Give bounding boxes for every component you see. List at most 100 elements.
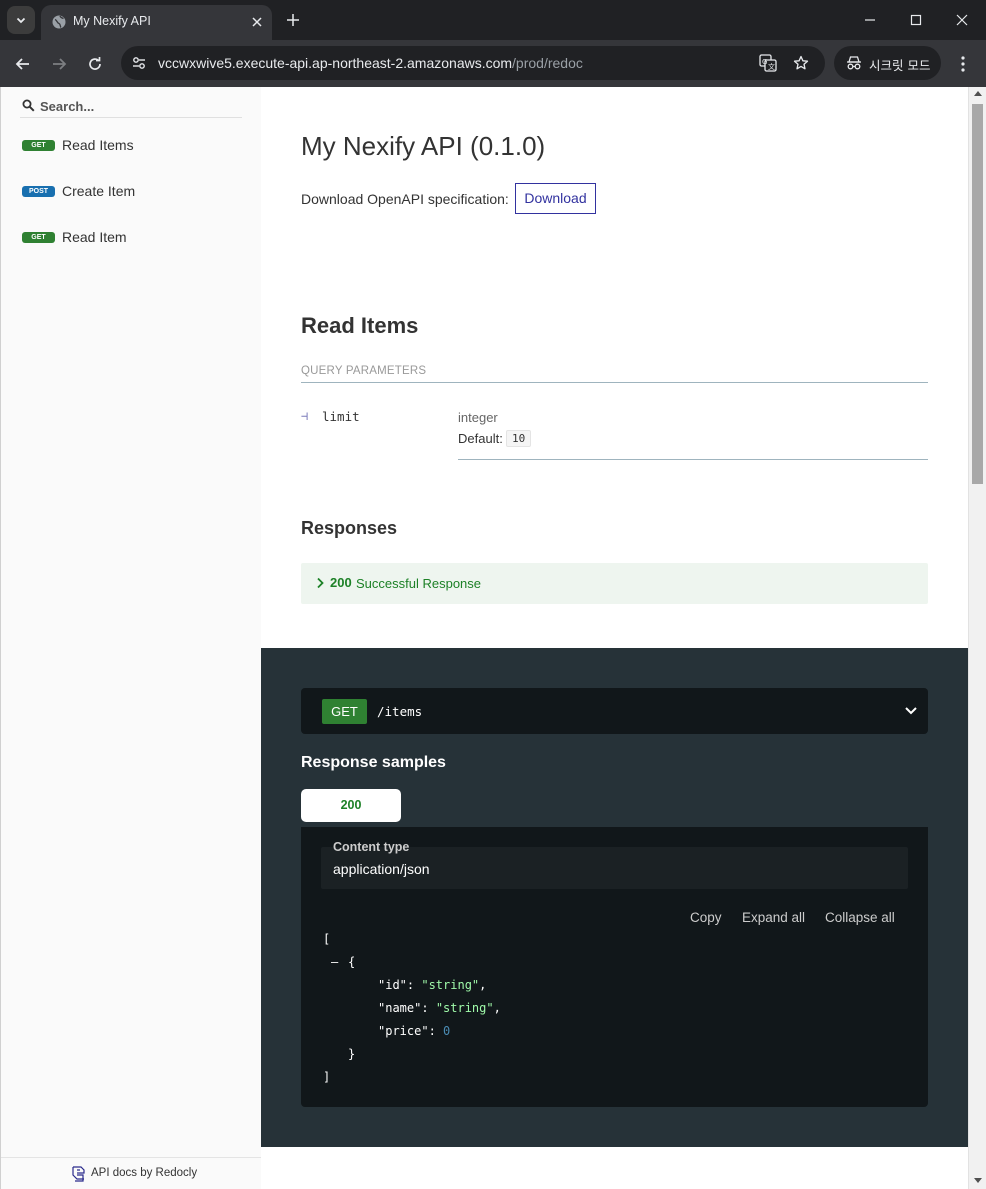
star-icon [793, 55, 809, 70]
sidebar-item-read-item[interactable]: GET Read Item [21, 228, 251, 252]
json-key: "price" [378, 1024, 429, 1038]
plus-icon [287, 14, 299, 26]
content-type-label: Content type [333, 840, 410, 854]
download-button[interactable]: Download [515, 183, 596, 214]
api-title: My Nexify API (0.1.0) [301, 131, 546, 161]
json-close-bracket: ] [323, 1070, 331, 1084]
sidebar-item-label: Create Item [62, 183, 136, 199]
close-icon [252, 17, 262, 27]
translate-icon: G文 [759, 54, 777, 72]
close-icon [956, 14, 968, 26]
param-default-label: Default: [458, 431, 503, 446]
arrow-right-icon [53, 58, 67, 70]
response-code: 200 [330, 575, 352, 590]
tune-icon [133, 57, 145, 69]
chevron-down-icon [905, 707, 917, 715]
url-text: vccwxwive5.execute-api.ap-northeast-2.am… [158, 55, 583, 71]
param-default-value: 10 [506, 430, 532, 447]
incognito-label: 시크릿 모드 [869, 58, 931, 73]
tab-close-button[interactable] [248, 13, 266, 31]
json-comma: , [479, 978, 487, 992]
url-host: vccwxwive5.execute-api.ap-northeast-2.am… [158, 55, 513, 71]
forward-button[interactable] [47, 52, 71, 76]
samples-panel: GET /items Response samples 200 Content … [261, 648, 968, 1147]
url-path: /prod/redoc [512, 55, 583, 71]
back-button[interactable] [11, 52, 35, 76]
http-method-badge: POST [22, 186, 55, 197]
search-input[interactable] [40, 96, 235, 116]
http-method-badge: GET [22, 140, 55, 151]
query-parameters-header: QUERY PARAMETERS [301, 365, 928, 383]
maximize-icon [910, 14, 922, 26]
redocly-footer-text: API docs by Redocly [91, 1167, 198, 1179]
redoc-sidebar: GET Read Items POST Create Item GET Read… [0, 87, 261, 1189]
reload-icon [89, 57, 101, 70]
json-value: 0 [443, 1024, 451, 1038]
param-name: limit [322, 409, 360, 424]
translate-button[interactable]: G文 [758, 53, 778, 73]
content-type-value: application/json [333, 861, 430, 877]
download-spec-text: Download OpenAPI specification: [301, 191, 509, 207]
expand-all-button[interactable]: Expand all [742, 910, 805, 925]
collapse-all-button[interactable]: Collapse all [825, 910, 895, 925]
sidebar-item-create-item[interactable]: POST Create Item [21, 182, 251, 206]
globe-icon [52, 15, 66, 29]
response-sample-box: Content type application/json Copy Expan… [301, 827, 928, 1107]
window-close-button[interactable] [950, 8, 974, 32]
page-scrollbar[interactable] [968, 87, 986, 1189]
param-type: integer [458, 410, 498, 425]
response-description: Successful Response [356, 576, 482, 591]
json-comma: , [493, 1001, 501, 1015]
chevron-down-icon [16, 17, 26, 24]
scrollbar-thumb[interactable] [972, 104, 983, 484]
response-samples-title: Response samples [301, 754, 446, 771]
response-200-toggle[interactable]: 200 Successful Response [301, 563, 928, 604]
redocly-footer-link[interactable]: API docs by Redocly [1, 1157, 261, 1189]
api-content: My Nexify API (0.1.0) Download OpenAPI s… [261, 87, 968, 1189]
http-method-badge: GET [22, 232, 55, 243]
operation-title: Read Items [301, 313, 419, 338]
site-info-button[interactable] [129, 53, 149, 73]
content-type-box: Content type application/json [321, 840, 908, 889]
param-details: integer Default: 10 [458, 409, 928, 460]
tab-search-button[interactable] [7, 6, 35, 34]
svg-text:G: G [762, 58, 767, 66]
search-icon [22, 99, 35, 112]
arrow-left-icon [15, 58, 29, 70]
bookmark-button[interactable] [791, 53, 811, 73]
redocly-logo-icon [72, 1166, 85, 1182]
new-tab-button[interactable] [283, 10, 303, 30]
json-key: "id" [378, 978, 407, 992]
sidebar-item-read-items[interactable]: GET Read Items [21, 136, 251, 160]
json-field: "price": 0 [378, 1024, 451, 1038]
chevron-right-icon [317, 577, 324, 589]
json-field: "name": "string", [378, 1001, 501, 1015]
responses-title: Responses [301, 518, 398, 538]
param-tree-connector: ⊣ [301, 409, 309, 423]
http-method-badge: GET [322, 699, 367, 724]
response-tab-200[interactable]: 200 [301, 789, 401, 822]
reload-button[interactable] [83, 52, 107, 76]
search-box [20, 95, 242, 118]
incognito-icon [847, 56, 861, 70]
endpoint-path: /items [377, 704, 423, 719]
address-bar[interactable]: vccwxwive5.execute-api.ap-northeast-2.am… [121, 46, 825, 80]
minimize-button[interactable] [858, 8, 882, 32]
json-open-brace: { [348, 955, 356, 969]
json-open-bracket: [ [323, 932, 331, 946]
browser-tab-bar: My Nexify API [0, 0, 986, 40]
incognito-indicator[interactable]: 시크릿 모드 [834, 46, 941, 80]
sidebar-item-label: Read Items [62, 137, 134, 153]
json-collapse-toggle[interactable]: – [331, 955, 338, 969]
browser-menu-button[interactable] [951, 52, 975, 76]
json-value: "string" [421, 978, 480, 992]
scroll-down-arrow-icon[interactable] [974, 1178, 982, 1183]
scroll-up-arrow-icon[interactable] [974, 91, 982, 96]
sidebar-item-label: Read Item [62, 229, 127, 245]
browser-tab[interactable]: My Nexify API [41, 5, 272, 40]
svg-text:文: 文 [768, 62, 775, 71]
endpoint-toggle[interactable]: GET /items [301, 688, 928, 734]
json-close-brace: } [348, 1047, 356, 1061]
maximize-button[interactable] [904, 8, 928, 32]
copy-button[interactable]: Copy [690, 910, 722, 925]
